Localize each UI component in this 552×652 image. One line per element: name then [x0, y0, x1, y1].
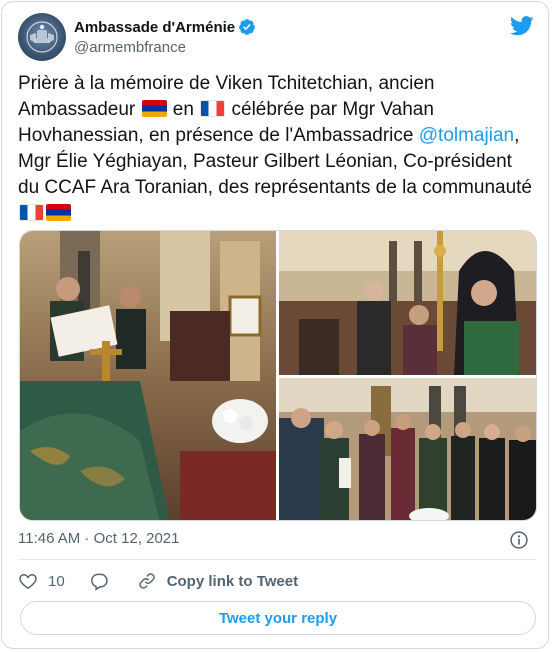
info-icon[interactable] — [509, 530, 529, 550]
divider — [18, 559, 536, 560]
link-icon — [138, 573, 155, 589]
tweet-text-segment: en — [167, 99, 200, 120]
tweet-timestamp[interactable]: 11:46 AM · Oct 12, 2021 — [18, 530, 179, 547]
tweet-text: Prière à la mémoire de Viken Tchitetchia… — [18, 71, 536, 227]
tweet-media-grid — [19, 230, 537, 521]
avatar[interactable] — [18, 13, 66, 61]
tweet-your-reply-button[interactable]: Tweet your reply — [20, 601, 536, 635]
flag-france-icon — [200, 100, 226, 117]
flag-france-icon — [19, 204, 44, 221]
author-name-row: Ambassade d'Arménie — [74, 17, 256, 37]
photo-congregation[interactable] — [279, 378, 536, 520]
tweet-header: Ambassade d'Arménie @armembfrance — [18, 13, 536, 63]
tweet-actions: 10 Copy link to Tweet — [18, 569, 298, 593]
twitter-bird-icon[interactable] — [510, 16, 534, 36]
verified-badge-icon — [239, 19, 256, 35]
like-action[interactable]: 10 — [18, 571, 65, 591]
copy-link-label: Copy link to Tweet — [166, 572, 299, 590]
speech-bubble-icon — [90, 573, 108, 591]
tweet-card: Ambassade d'Arménie @armembfrance Prière… — [1, 1, 549, 649]
coat-of-arms-emblem — [26, 21, 58, 53]
flag-armenia-icon — [141, 100, 167, 117]
copy-link-action[interactable]: Copy link to Tweet — [137, 571, 298, 591]
author-handle[interactable]: @armembfrance — [74, 39, 186, 56]
photo-ceremony-prayer[interactable] — [20, 231, 276, 520]
reply-action[interactable] — [89, 571, 109, 591]
like-count: 10 — [48, 572, 65, 590]
mention-link[interactable]: @tolmajian — [419, 125, 514, 146]
photo-clergy-standing[interactable] — [279, 231, 536, 375]
author-display-name[interactable]: Ambassade d'Arménie — [74, 19, 235, 36]
flag-armenia-icon — [46, 204, 71, 221]
heart-icon — [19, 573, 37, 589]
